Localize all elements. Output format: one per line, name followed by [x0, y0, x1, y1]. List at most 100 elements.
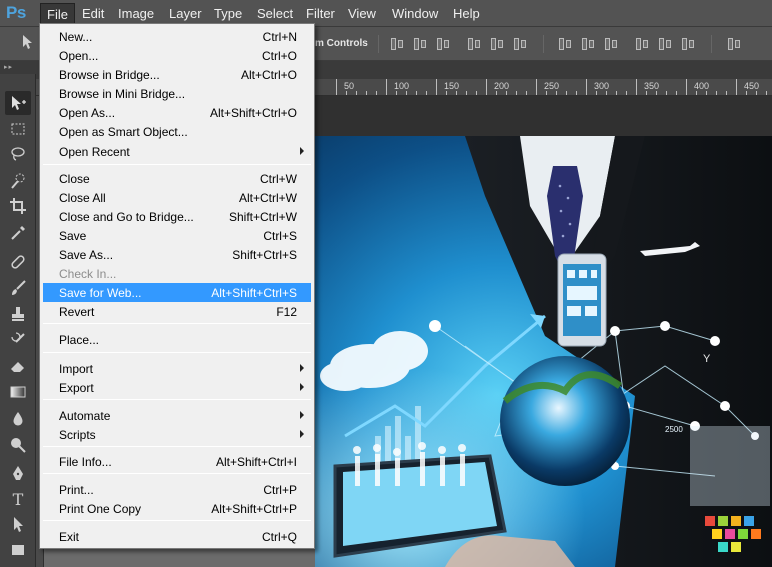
distribute-horizontal-centers-icon[interactable]	[657, 36, 673, 52]
healing-brush-tool-icon[interactable]	[5, 250, 31, 274]
image-screen-number: 2500	[665, 425, 683, 434]
phone-label: Y	[703, 353, 711, 365]
path-selection-tool-icon[interactable]	[5, 512, 31, 536]
menu-view[interactable]: View	[348, 6, 376, 21]
distribute-right-edges-icon[interactable]	[680, 36, 696, 52]
menu-item-place[interactable]: Place...	[43, 330, 311, 349]
ruler-tick	[406, 91, 407, 95]
blur-tool-icon[interactable]	[5, 407, 31, 431]
ruler-tick	[686, 79, 687, 95]
menu-item-close-all[interactable]: Close All Alt+Ctrl+W	[43, 188, 311, 207]
quick-selection-tool-icon[interactable]	[5, 169, 31, 193]
ruler-tick	[346, 91, 347, 95]
menu-item-automate[interactable]: Automate	[43, 406, 311, 425]
ruler-tick	[746, 91, 747, 95]
ruler-label: 450	[744, 81, 760, 91]
ruler-tick	[706, 91, 707, 95]
marquee-tool-icon[interactable]	[5, 117, 31, 141]
align-vertical-centers-icon[interactable]	[412, 36, 428, 52]
distribute-left-edges-icon[interactable]	[634, 36, 650, 52]
menu-item-print[interactable]: Print... Ctrl+P	[43, 480, 311, 499]
menu-item-file-info[interactable]: File Info... Alt+Shift+Ctrl+I	[43, 452, 311, 471]
type-tool-icon[interactable]: T	[5, 487, 31, 511]
crop-tool-icon[interactable]	[5, 194, 31, 218]
menu-filter[interactable]: Filter	[306, 6, 335, 21]
move-tool-icon[interactable]	[5, 91, 31, 115]
menu-type[interactable]: Type	[214, 6, 242, 21]
ruler-tick	[456, 91, 457, 95]
menu-item-exit[interactable]: Exit Ctrl+Q	[43, 527, 311, 546]
eraser-tool-icon[interactable]	[5, 354, 31, 378]
auto-align-layers-icon[interactable]	[726, 36, 742, 52]
menu-separator	[43, 520, 311, 521]
menu-item-open-as-smart-object[interactable]: Open as Smart Object...	[43, 122, 311, 141]
distribute-bottom-edges-icon[interactable]	[603, 36, 619, 52]
menu-edit[interactable]: Edit	[82, 6, 104, 21]
menu-item-close-and-go-to-bridge[interactable]: Close and Go to Bridge... Shift+Ctrl+W	[43, 207, 311, 226]
menu-item-browse-in-mini-bridge[interactable]: Browse in Mini Bridge...	[43, 84, 311, 103]
menu-help[interactable]: Help	[453, 6, 480, 21]
distribute-vertical-centers-icon[interactable]	[580, 36, 596, 52]
distribute-top-edges-icon[interactable]	[557, 36, 573, 52]
lasso-tool-icon[interactable]	[5, 142, 31, 166]
menu-item-label: Open...	[59, 49, 99, 63]
history-brush-tool-icon[interactable]	[5, 328, 31, 352]
align-horizontal-centers-icon[interactable]	[489, 36, 505, 52]
ruler-tick	[486, 79, 487, 95]
menu-item-export[interactable]: Export	[43, 378, 311, 397]
ruler-tick	[656, 91, 657, 95]
menu-item-check-in: Check In...	[43, 264, 311, 283]
menu-item-browse-in-bridge[interactable]: Browse in Bridge... Alt+Ctrl+O	[43, 65, 311, 84]
show-transform-controls-label[interactable]: m Controls	[315, 38, 368, 49]
file-menu-dropdown: New... Ctrl+N Open... Ctrl+O Browse in Bri…	[39, 23, 315, 549]
menu-layer[interactable]: Layer	[169, 6, 202, 21]
menu-item-save-as[interactable]: Save As... Shift+Ctrl+S	[43, 245, 311, 264]
image-artwork: Y 2500	[315, 136, 772, 567]
dodge-tool-icon[interactable]	[5, 433, 31, 457]
ruler-label: 100	[394, 81, 410, 91]
menu-file[interactable]: File	[40, 3, 75, 25]
ruler-tick	[366, 91, 367, 95]
align-left-edges-icon[interactable]	[466, 36, 482, 52]
menu-item-shortcut: Shift+Ctrl+S	[232, 248, 297, 262]
align-top-edges-icon[interactable]	[389, 36, 405, 52]
menu-item-label: Scripts	[59, 428, 96, 442]
menu-item-save-for-web[interactable]: Save for Web... Alt+Shift+Ctrl+S	[43, 283, 311, 302]
pen-tool-icon[interactable]	[5, 461, 31, 485]
gradient-tool-icon[interactable]	[5, 380, 31, 404]
menu-item-open-as[interactable]: Open As... Alt+Shift+Ctrl+O	[43, 103, 311, 122]
menu-item-save[interactable]: Save Ctrl+S	[43, 226, 311, 245]
menu-item-label: Save	[59, 229, 87, 243]
menu-item-label: Save for Web...	[59, 286, 142, 300]
menu-item-label: Close and Go to Bridge...	[59, 210, 194, 224]
ruler-label: 350	[644, 81, 660, 91]
menu-item-revert[interactable]: Revert F12	[43, 302, 311, 321]
menu-image[interactable]: Image	[118, 6, 154, 21]
ruler-tick	[726, 91, 727, 95]
rectangle-tool-icon[interactable]	[5, 538, 31, 562]
ruler-tick	[566, 91, 567, 95]
menu-item-label: Open Recent	[59, 145, 130, 159]
menu-item-open-recent[interactable]: Open Recent	[43, 142, 311, 161]
menu-item-print-one-copy[interactable]: Print One Copy Alt+Shift+Ctrl+P	[43, 499, 311, 518]
document-image[interactable]: Y 2500	[315, 136, 772, 567]
ruler-tick	[616, 91, 617, 95]
menu-item-open[interactable]: Open... Ctrl+O	[43, 46, 311, 65]
menu-select[interactable]: Select	[257, 6, 293, 21]
tools-panel: ▸▸ T	[0, 61, 36, 567]
clone-stamp-tool-icon[interactable]	[5, 302, 31, 326]
menu-item-import[interactable]: Import	[43, 359, 311, 378]
eyedropper-tool-icon[interactable]	[5, 221, 31, 245]
tools-panel-grip-icon[interactable]: ▸▸	[0, 61, 36, 74]
menu-separator	[43, 164, 311, 165]
menu-item-label: Save As...	[59, 248, 114, 262]
move-tool-preset-icon[interactable]	[20, 33, 38, 51]
menu-item-new[interactable]: New... Ctrl+N	[43, 27, 311, 46]
menu-item-scripts[interactable]: Scripts	[43, 425, 311, 444]
align-bottom-edges-icon[interactable]	[435, 36, 451, 52]
brush-tool-icon[interactable]	[5, 276, 31, 300]
menu-item-label: Check In...	[59, 267, 117, 281]
align-right-edges-icon[interactable]	[512, 36, 528, 52]
menu-window[interactable]: Window	[392, 6, 438, 21]
menu-item-close[interactable]: Close Ctrl+W	[43, 169, 311, 188]
